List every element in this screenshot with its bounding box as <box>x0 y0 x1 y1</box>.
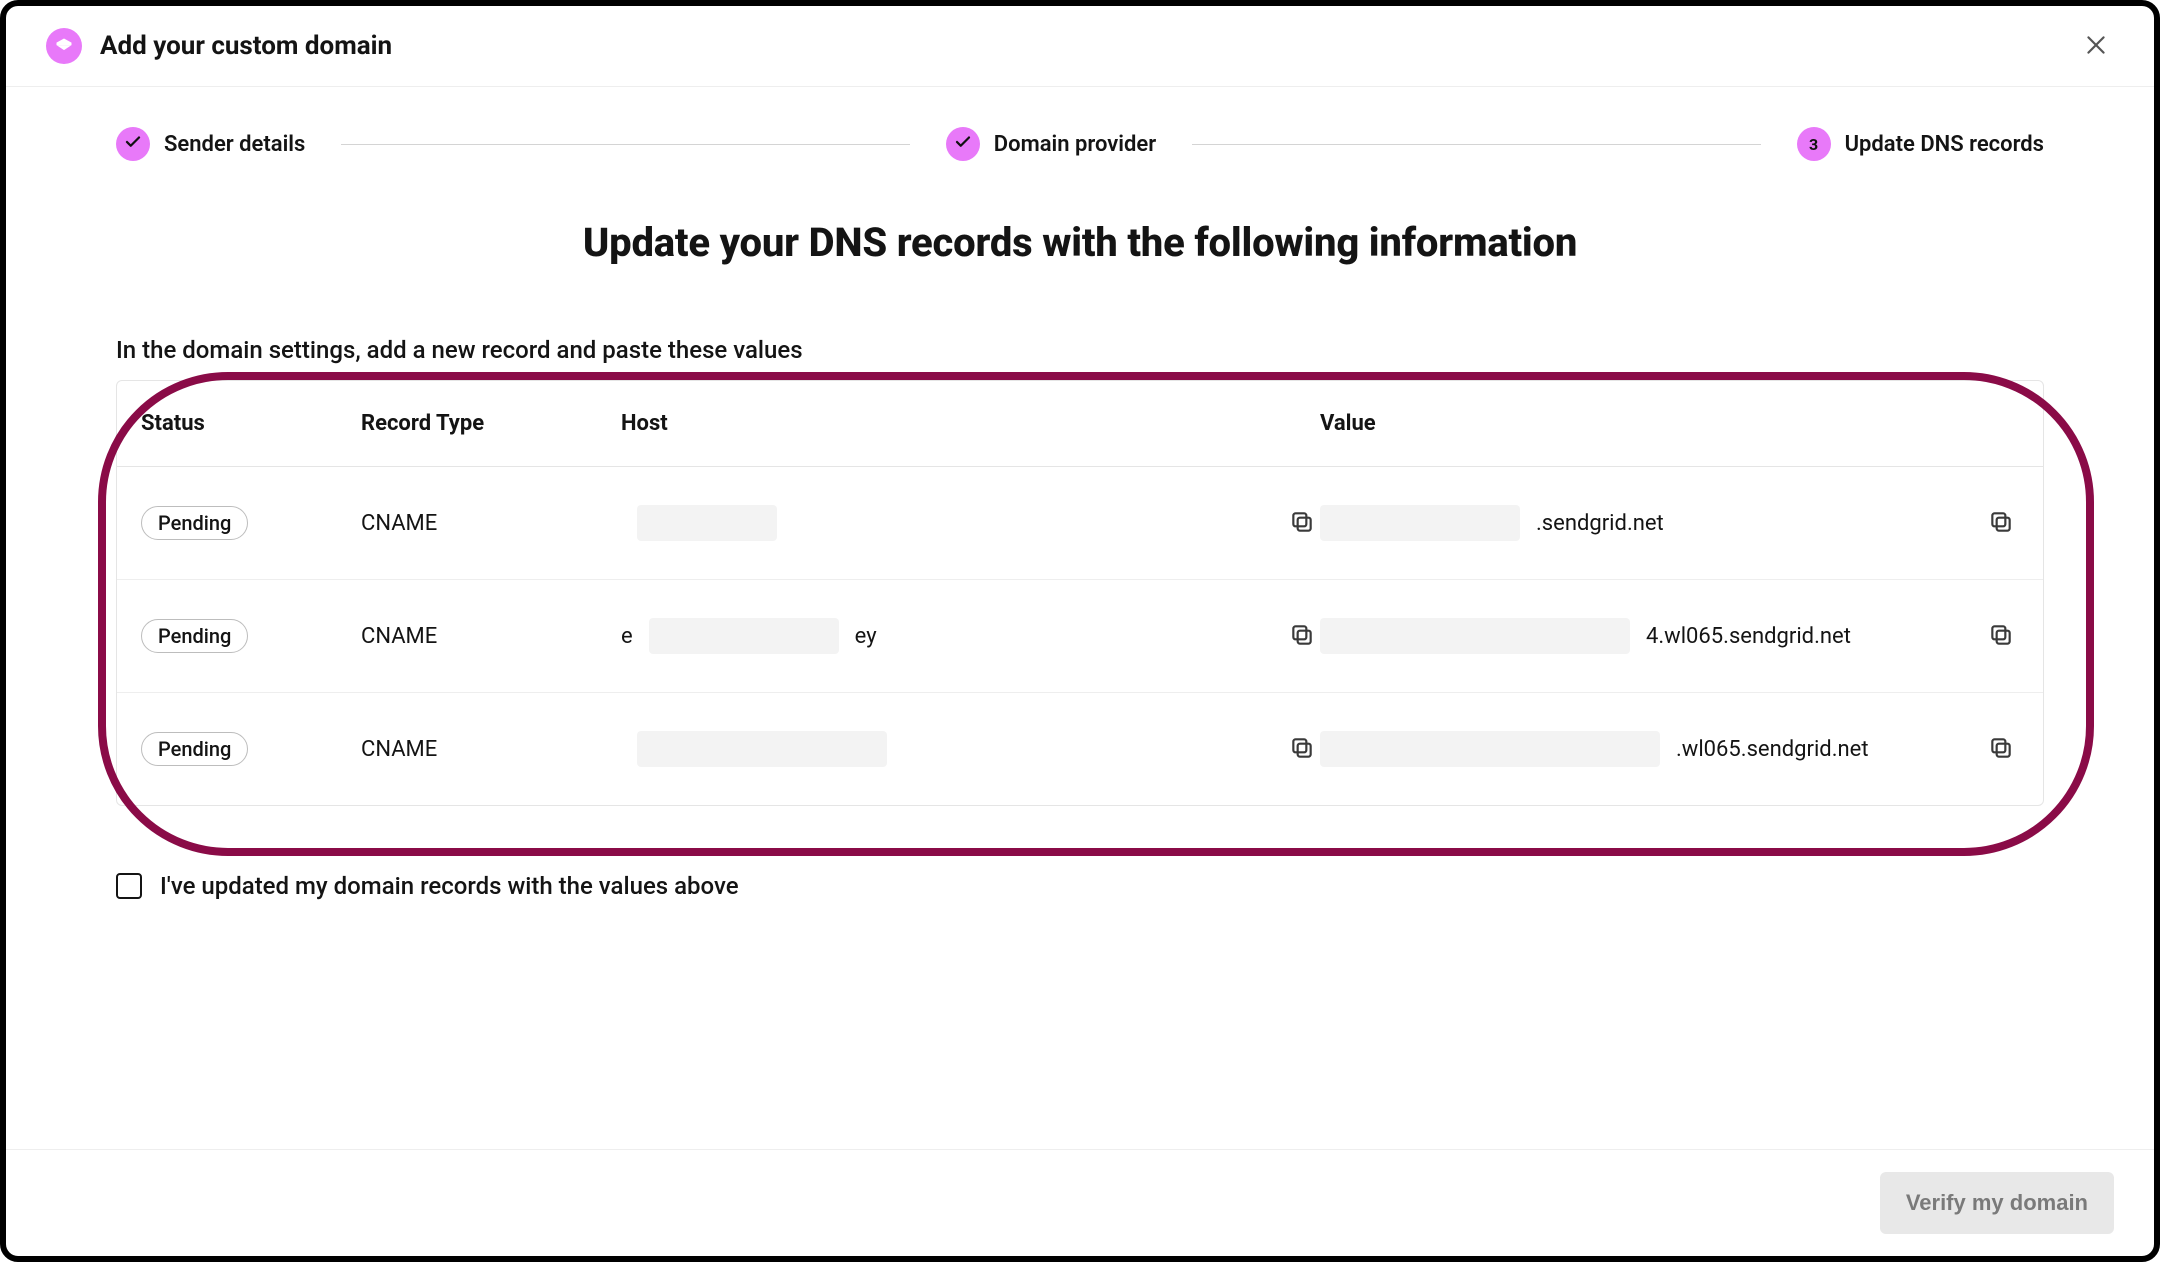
header-left: Add your custom domain <box>46 28 392 64</box>
check-icon <box>124 133 142 155</box>
step-sender-details: Sender details <box>116 127 305 161</box>
confirm-row: I've updated my domain records with the … <box>116 872 2044 900</box>
host-suffix: ey <box>855 624 877 649</box>
col-status: Status <box>141 411 361 436</box>
close-icon <box>2083 32 2109 61</box>
redacted-icon <box>637 505 777 541</box>
record-type-cell: CNAME <box>361 737 621 762</box>
value-cell: .sendgrid.net <box>1320 505 2019 541</box>
value-cell: 4.wl065.sendgrid.net <box>1320 618 2019 654</box>
copy-icon <box>1988 622 2014 651</box>
copy-icon <box>1289 622 1315 651</box>
step-label-1: Sender details <box>164 132 305 157</box>
step-badge-3: 3 <box>1797 127 1831 161</box>
copy-host-button[interactable] <box>1284 618 1320 654</box>
value-cell: .wl065.sendgrid.net <box>1320 731 2019 767</box>
redacted-icon <box>1320 731 1660 767</box>
step-update-dns: 3 Update DNS records <box>1797 127 2044 161</box>
record-type-cell: CNAME <box>361 624 621 649</box>
step-connector <box>1192 144 1760 145</box>
app-logo-icon <box>46 28 82 64</box>
status-badge: Pending <box>141 506 248 540</box>
redacted-icon <box>1320 505 1520 541</box>
modal-frame: Add your custom domain Sender details <box>0 0 2160 1262</box>
status-badge: Pending <box>141 732 248 766</box>
copy-value-button[interactable] <box>1983 731 2019 767</box>
check-icon <box>954 133 972 155</box>
value-suffix: .sendgrid.net <box>1536 511 1664 536</box>
host-prefix: e <box>621 624 633 649</box>
record-type-cell: CNAME <box>361 511 621 536</box>
step-badge-1 <box>116 127 150 161</box>
status-badge: Pending <box>141 619 248 653</box>
copy-icon <box>1289 509 1315 538</box>
table-header-row: Status Record Type Host Value <box>117 381 2043 467</box>
value-suffix: .wl065.sendgrid.net <box>1676 737 1869 762</box>
modal-header: Add your custom domain <box>6 6 2154 87</box>
step-domain-provider: Domain provider <box>946 127 1156 161</box>
stepper: Sender details Domain provider 3 Update … <box>6 87 2154 179</box>
verify-domain-button[interactable]: Verify my domain <box>1880 1172 2114 1234</box>
step-badge-2 <box>946 127 980 161</box>
copy-value-button[interactable] <box>1983 505 2019 541</box>
modal-title: Add your custom domain <box>100 31 392 61</box>
table-row: Pending CNAME e ey <box>117 580 2043 693</box>
confirm-checkbox[interactable] <box>116 873 142 899</box>
main-content: Update your DNS records with the followi… <box>6 179 2154 1149</box>
modal-footer: Verify my domain <box>6 1149 2154 1256</box>
table-row: Pending CNAME <box>117 467 2043 580</box>
step-label-2: Domain provider <box>994 132 1156 157</box>
copy-icon <box>1988 735 2014 764</box>
redacted-icon <box>637 731 887 767</box>
intro-text: In the domain settings, add a new record… <box>116 336 2044 364</box>
redacted-icon <box>1320 618 1630 654</box>
host-cell: e ey <box>621 618 1320 654</box>
value-suffix: 4.wl065.sendgrid.net <box>1646 624 1851 649</box>
host-cell <box>621 505 1320 541</box>
dns-records-table: Status Record Type Host Value Pending CN… <box>116 380 2044 806</box>
col-host: Host <box>621 411 1320 436</box>
status-cell: Pending <box>141 732 361 766</box>
page-title: Update your DNS records with the followi… <box>116 219 2044 266</box>
copy-icon <box>1988 509 2014 538</box>
copy-icon <box>1289 735 1315 764</box>
step-label-3: Update DNS records <box>1845 132 2044 157</box>
close-button[interactable] <box>2078 28 2114 64</box>
copy-host-button[interactable] <box>1284 731 1320 767</box>
copy-value-button[interactable] <box>1983 618 2019 654</box>
col-value: Value <box>1320 411 2019 436</box>
table-row: Pending CNAME <box>117 693 2043 805</box>
host-cell <box>621 731 1320 767</box>
confirm-label[interactable]: I've updated my domain records with the … <box>160 872 739 900</box>
copy-host-button[interactable] <box>1284 505 1320 541</box>
col-record-type: Record Type <box>361 411 621 436</box>
status-cell: Pending <box>141 619 361 653</box>
table-area: Status Record Type Host Value Pending CN… <box>116 380 2044 806</box>
step-connector <box>341 144 909 145</box>
status-cell: Pending <box>141 506 361 540</box>
redacted-icon <box>649 618 839 654</box>
